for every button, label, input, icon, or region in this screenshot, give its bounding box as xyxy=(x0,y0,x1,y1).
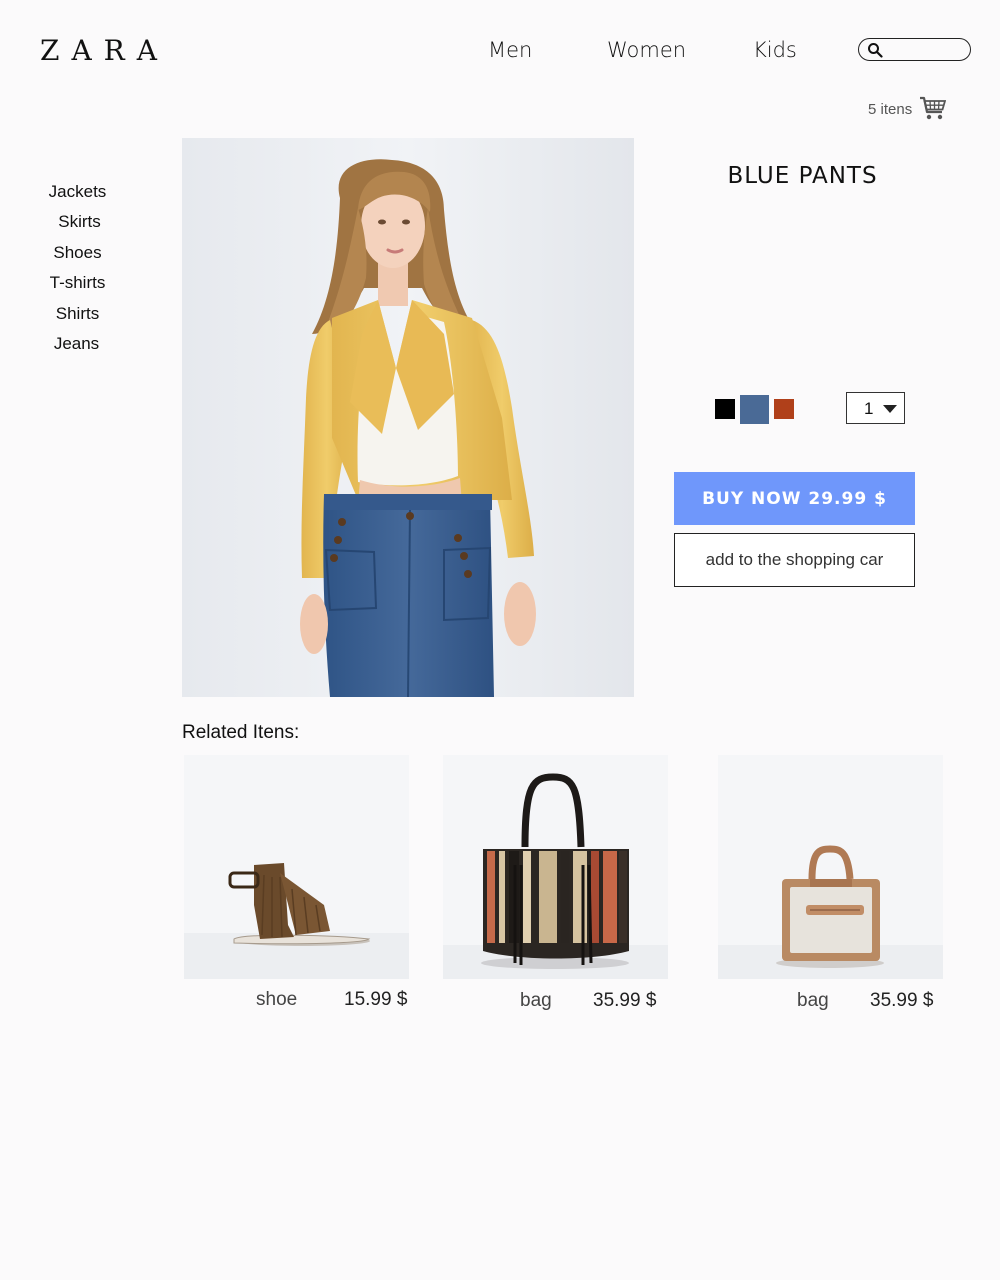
related-item-price: 35.99 $ xyxy=(870,990,934,1011)
related-items-title: Related Itens: xyxy=(182,722,300,743)
related-item-name[interactable]: bag xyxy=(797,990,829,1012)
tote-bag-image xyxy=(443,755,668,979)
category-sidebar: Jackets Skirts Shoes T-shirts Shirts Jea… xyxy=(30,181,125,363)
chevron-down-icon xyxy=(883,405,897,413)
category-skirts[interactable]: Skirts xyxy=(34,211,125,241)
related-item-card[interactable] xyxy=(443,755,668,979)
category-shoes[interactable]: Shoes xyxy=(30,242,125,272)
search-input[interactable] xyxy=(887,41,965,58)
quantity-value: 1 xyxy=(864,399,874,418)
search-box[interactable] xyxy=(858,38,971,61)
cart-count[interactable]: 5 itens xyxy=(868,101,912,118)
color-swatch-black[interactable] xyxy=(715,399,735,419)
add-to-cart-button[interactable]: add to the shopping car xyxy=(674,533,915,587)
nav-item-men[interactable]: Men xyxy=(488,38,532,62)
buy-now-button[interactable]: BUY NOW 29.99 $ xyxy=(674,472,915,525)
related-item-card[interactable] xyxy=(718,755,943,979)
category-jeans[interactable]: Jeans xyxy=(28,333,125,363)
quantity-select[interactable]: 1 xyxy=(846,392,905,424)
product-image[interactable] xyxy=(182,138,634,697)
color-swatch-blue[interactable] xyxy=(740,395,769,424)
color-swatch-rust[interactable] xyxy=(774,399,794,419)
related-item-price: 15.99 $ xyxy=(344,989,408,1010)
sandal-image xyxy=(184,755,409,979)
nav-item-kids[interactable]: Kids xyxy=(753,38,797,62)
category-shirts[interactable]: Shirts xyxy=(30,303,125,333)
related-item-card[interactable] xyxy=(184,755,409,979)
related-item-name[interactable]: bag xyxy=(520,990,552,1012)
nav-item-women[interactable]: Women xyxy=(607,38,686,62)
handbag-image xyxy=(718,755,943,979)
category-t-shirts[interactable]: T-shirts xyxy=(30,272,125,302)
related-item-name[interactable]: shoe xyxy=(256,989,297,1011)
product-title: BLUE PANTS xyxy=(727,163,878,189)
category-jackets[interactable]: Jackets xyxy=(30,181,125,211)
model-photo xyxy=(182,138,634,697)
search-icon xyxy=(868,43,883,58)
related-item-price: 35.99 $ xyxy=(593,990,657,1011)
brand-logo[interactable]: ZARA xyxy=(40,34,169,67)
shopping-cart-icon[interactable] xyxy=(919,96,946,121)
